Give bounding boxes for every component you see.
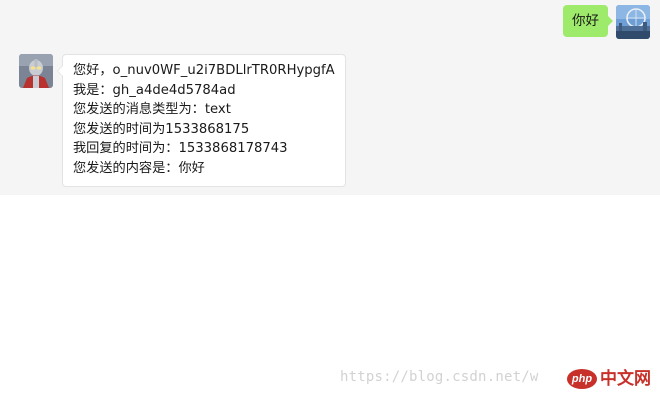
incoming-line: 您发送的消息类型为：text [73, 102, 231, 118]
incoming-line: 您好，o_nuv0WF_u2i7BDLlrTR0RHypgfA [73, 63, 335, 78]
incoming-line: 我回复的时间为：1533868178743 [73, 141, 288, 157]
chat-area: 你好 您好，o_nuv0WF_u2i7BDLlrTR0RHypgfA 我是：gh… [0, 0, 660, 195]
incoming-line: 我是：gh_a4de4d5784ad [73, 82, 236, 98]
outgoing-message: 你好 [563, 5, 650, 39]
php-badge: php [567, 369, 597, 389]
watermark-url: https://blog.csdn.net/w [340, 369, 539, 385]
incoming-line: 您发送的时间为1533868175 [73, 121, 250, 137]
php-cn-logo: php 中文网 [567, 369, 651, 389]
incoming-line: 您发送的内容是：你好 [73, 160, 205, 176]
php-logo-text: 中文网 [600, 369, 651, 389]
outgoing-text: 你好 [572, 13, 599, 29]
incoming-bubble[interactable]: 您好，o_nuv0WF_u2i7BDLlrTR0RHypgfA 我是：gh_a4… [57, 54, 346, 187]
bot-avatar[interactable] [19, 54, 53, 88]
landscape-photo-icon [616, 5, 650, 39]
incoming-message: 您好，o_nuv0WF_u2i7BDLlrTR0RHypgfA 我是：gh_a4… [19, 54, 346, 187]
ultraman-avatar-icon [19, 54, 53, 88]
user-avatar[interactable] [616, 5, 650, 39]
outgoing-bubble[interactable]: 你好 [563, 5, 613, 37]
